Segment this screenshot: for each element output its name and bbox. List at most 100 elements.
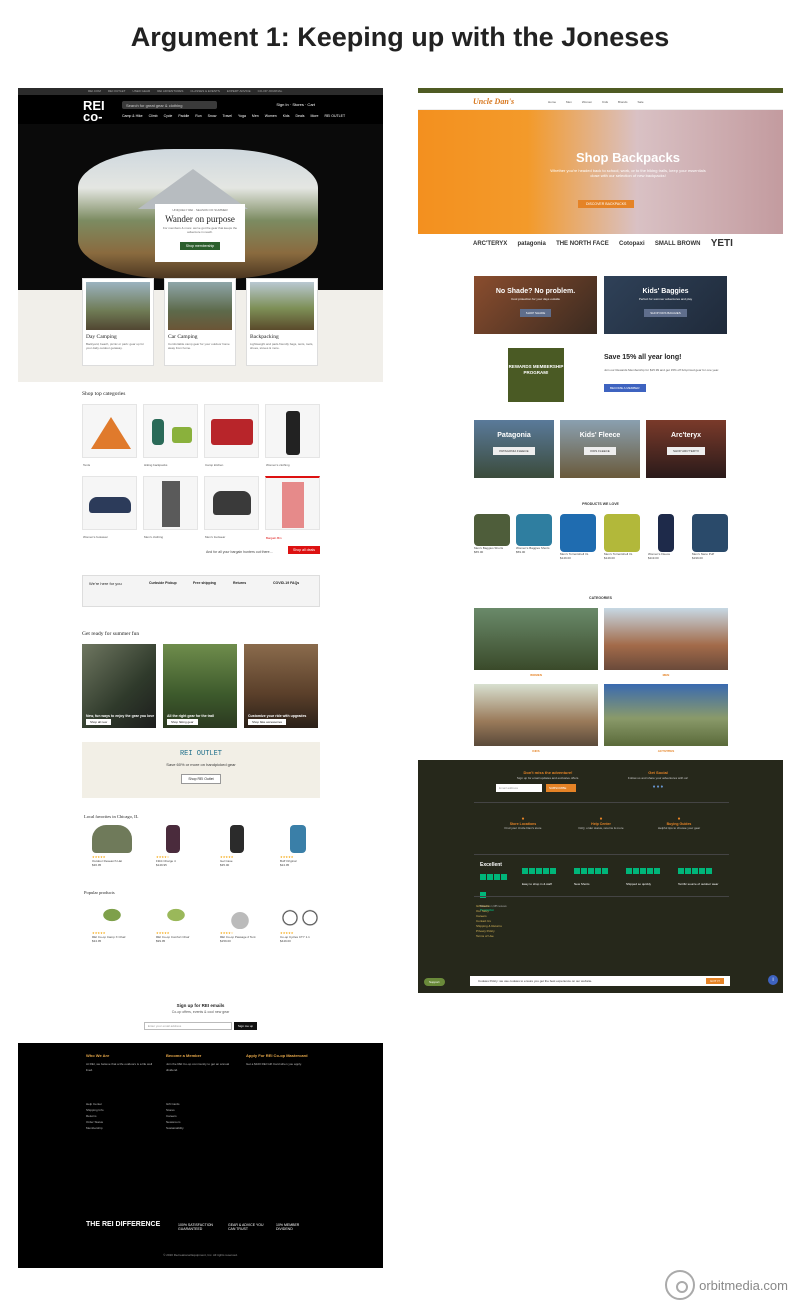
rei-nav-item[interactable]: Yoga xyxy=(238,114,246,118)
summer-card[interactable]: Customize your ride with upgrades Shop b… xyxy=(244,644,318,728)
rei-top-link[interactable]: CLASSES & EVENTS xyxy=(190,89,220,94)
rei-top-link[interactable]: REI OUTLET xyxy=(108,89,126,94)
service-block[interactable]: ● Buying Guides Helpful tips to choose y… xyxy=(644,816,714,830)
review-card[interactable]: New Shorts xyxy=(574,862,622,886)
ud-nav-item[interactable]: Men xyxy=(566,100,572,104)
review-card[interactable]: Easy to shop in & staff xyxy=(522,862,570,886)
promo-button[interactable]: SHOP SHADE xyxy=(519,309,552,317)
product-card[interactable]: ★★★★☆ Fitbit Charge 4 $149.95 xyxy=(156,825,196,867)
product-card[interactable]: ★★★★★ Buff Original $24.95 xyxy=(280,825,320,867)
accessibility-icon[interactable]: i xyxy=(768,975,778,985)
rei-top-link[interactable]: REI.COM xyxy=(88,89,101,94)
support-button[interactable]: Support xyxy=(424,978,445,986)
product-card[interactable]: ★★★★★ REI Co-op Camp X Chair $34.95 xyxy=(92,901,132,943)
ud-nav-item[interactable]: Brands xyxy=(618,100,628,104)
tile-mens-clothing[interactable]: Men's clothing xyxy=(143,476,198,539)
category-card[interactable]: Car Camping Comfortable camp gear for yo… xyxy=(164,278,236,366)
footer-link[interactable]: Sustainability xyxy=(166,1125,184,1131)
footer-link[interactable]: Terms of Use xyxy=(476,934,502,939)
rei-search-input[interactable]: Search for great gear & clothing xyxy=(122,101,217,109)
tile-tents[interactable]: Tents xyxy=(82,404,137,467)
brand-tile[interactable]: Patagonia PATAGONIA FLEECE xyxy=(474,420,554,478)
social-icons[interactable]: ♦ ♦ ♦ xyxy=(618,784,698,790)
rei-nav-item[interactable]: Men xyxy=(252,114,259,118)
product-card[interactable]: Women's Baggies Shorts $59.00 xyxy=(516,514,552,554)
summer-card[interactable]: All the right gear for the trail Shop hi… xyxy=(163,644,237,728)
shop-all-deals-button[interactable]: Shop all deals xyxy=(288,546,320,554)
footer-link[interactable]: Membership xyxy=(86,1125,104,1131)
brand-logo[interactable]: SMALL BROWN xyxy=(655,241,701,247)
rei-nav-item[interactable]: Deals xyxy=(296,114,305,118)
product-card[interactable]: ★★★★★ Gel Case $35.00 xyxy=(220,825,260,867)
brand-tile-button[interactable]: KIDS FLEECE xyxy=(584,447,616,455)
rei-nav-item[interactable]: Camp & Hike xyxy=(122,114,143,118)
rei-logo[interactable]: REI co-op xyxy=(83,99,113,134)
category-card[interactable]: Day Camping Backyard, beach, picnic or p… xyxy=(82,278,154,366)
rei-nav-item[interactable]: REI OUTLET xyxy=(324,114,345,118)
rei-nav-item[interactable]: More xyxy=(310,114,318,118)
rei-nav-item[interactable]: Climb xyxy=(149,114,158,118)
ud-nav-item[interactable]: Kids xyxy=(602,100,608,104)
category-tile[interactable]: ACTIVITIES xyxy=(604,684,728,753)
summer-button[interactable]: Shop hiking gear xyxy=(167,719,198,725)
category-tile[interactable]: KIDS xyxy=(474,684,598,753)
service-item[interactable]: Free shipping xyxy=(193,581,216,585)
promo-card[interactable]: No Shade? No problem. Cool protection fo… xyxy=(474,276,597,334)
rei-nav-item[interactable]: Run xyxy=(195,114,201,118)
product-card[interactable]: ★★★★☆ REI Co-op Passage 2 Tent $159.00 xyxy=(220,901,260,943)
service-item[interactable]: Curbside Pickup xyxy=(149,581,177,585)
product-card[interactable]: ★★★★★ Co-op Cycles CTY 1.1 $449.00 xyxy=(280,901,320,943)
brand-logo[interactable]: YETI xyxy=(711,238,733,249)
cookie-accept-button[interactable]: GOT IT xyxy=(706,978,724,984)
review-card[interactable]: Shipped so quickly xyxy=(626,862,674,886)
shop-membership-button[interactable]: Shop membership xyxy=(179,242,221,250)
tile-mens-footwear[interactable]: Men's footwear xyxy=(204,476,259,539)
rei-top-link[interactable]: REI ADVENTURES xyxy=(157,89,183,94)
brand-logo[interactable]: patagonia xyxy=(517,241,545,247)
rei-top-link[interactable]: USED GEAR xyxy=(133,89,151,94)
product-card[interactable]: Men's Torrentshell 3L $149.00 xyxy=(560,514,596,560)
summer-button[interactable]: Shop all new xyxy=(86,719,112,725)
product-card[interactable]: Men's Nano Puff $199.00 xyxy=(692,514,728,560)
rei-top-link[interactable]: CO-OP JOURNAL xyxy=(258,89,283,94)
service-block[interactable]: ● Store Locations Find your Uncle Dan's … xyxy=(488,816,558,830)
product-card[interactable]: ★★★★★ REI Co-op Comfort Chair $99.95 xyxy=(156,901,196,943)
product-card[interactable]: Women's Fleece $119.00 xyxy=(648,514,684,560)
category-tile[interactable]: MEN xyxy=(604,608,728,677)
promo-button[interactable]: SHOP KIDS BAGGIES xyxy=(644,309,687,317)
category-tile[interactable]: WOMEN xyxy=(474,608,598,677)
brand-logo[interactable]: Cotopaxi xyxy=(619,241,645,247)
rei-nav-item[interactable]: Snow xyxy=(208,114,217,118)
rei-nav-item[interactable]: Kids xyxy=(283,114,290,118)
shop-outlet-button[interactable]: Shop REI Outlet xyxy=(181,774,221,784)
service-item[interactable]: Returns xyxy=(233,581,246,585)
brand-logo[interactable]: ARC'TERYX xyxy=(473,241,507,247)
ud-logo[interactable]: Uncle Dan's xyxy=(473,97,514,106)
summer-button[interactable]: Shop bike accessories xyxy=(248,719,287,725)
tile-hiking-backpacks[interactable]: Hiking backpacks xyxy=(143,404,198,467)
promo-card[interactable]: Kids' Baggies Perfect for summer adventu… xyxy=(604,276,727,334)
rei-nav-item[interactable]: Paddle xyxy=(178,114,189,118)
rei-nav-item[interactable]: Travel xyxy=(222,114,232,118)
newsletter-email-input[interactable]: Email address xyxy=(496,784,542,792)
subscribe-button[interactable]: SUBSCRIBE xyxy=(546,784,576,792)
rei-top-link[interactable]: EXPERT ADVICE xyxy=(227,89,251,94)
brand-tile-button[interactable]: SHOP ARC'TERYX xyxy=(667,447,705,455)
category-card[interactable]: Backpacking Lightweight and pack-friendl… xyxy=(246,278,318,366)
rei-account-links[interactable]: Sign In · Stores · Cart xyxy=(276,102,315,107)
brand-tile[interactable]: Arc'teryx SHOP ARC'TERYX xyxy=(646,420,726,478)
discover-backpacks-button[interactable]: DISCOVER BACKPACKS xyxy=(578,200,635,208)
ud-nav-item[interactable]: Home xyxy=(548,100,556,104)
rei-nav-item[interactable]: Cycle xyxy=(164,114,173,118)
signup-email-input[interactable]: Enter your email address xyxy=(143,1022,232,1030)
brand-logo[interactable]: THE NORTH FACE xyxy=(556,241,609,247)
product-card[interactable]: ★★★★★ Outdoor Research Hat $36.95 xyxy=(92,825,132,867)
become-member-button[interactable]: BECOME A MEMBER xyxy=(604,384,646,392)
signup-button[interactable]: Sign me up xyxy=(233,1022,258,1030)
brand-tile[interactable]: Kids' Fleece KIDS FLEECE xyxy=(560,420,640,478)
tile-womens-clothing[interactable]: Women's clothing xyxy=(265,404,320,467)
tile-camp-kitchen[interactable]: Camp kitchen xyxy=(204,404,259,467)
summer-card[interactable]: New, fun ways to enjoy the gear you love… xyxy=(82,644,156,728)
rei-nav-item[interactable]: Women xyxy=(265,114,277,118)
ud-nav-item[interactable]: Sale xyxy=(638,100,644,104)
